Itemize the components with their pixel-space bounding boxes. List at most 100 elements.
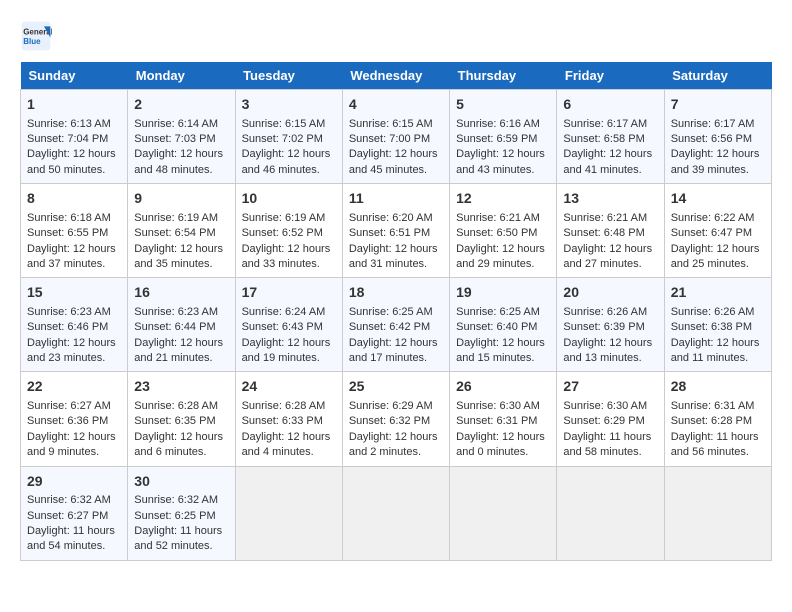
sunrise: Sunrise: 6:23 AM — [134, 306, 218, 318]
day-number: 7 — [671, 95, 765, 115]
sunrise: Sunrise: 6:17 AM — [671, 118, 755, 130]
calendar-cell: 6Sunrise: 6:17 AMSunset: 6:58 PMDaylight… — [557, 90, 664, 184]
calendar-cell: 28Sunrise: 6:31 AMSunset: 6:28 PMDayligh… — [664, 372, 771, 466]
sunset: Sunset: 6:33 PM — [242, 415, 323, 427]
calendar-cell: 8Sunrise: 6:18 AMSunset: 6:55 PMDaylight… — [21, 184, 128, 278]
sunset: Sunset: 6:44 PM — [134, 321, 215, 333]
sunrise: Sunrise: 6:18 AM — [27, 212, 111, 224]
calendar-cell: 27Sunrise: 6:30 AMSunset: 6:29 PMDayligh… — [557, 372, 664, 466]
week-row-5: 29 Sunrise: 6:32 AM Sunset: 6:27 PM Dayligh… — [21, 466, 772, 560]
day-number: 5 — [456, 95, 550, 115]
day-number: 9 — [134, 189, 228, 209]
sunset: Sunset: 6:39 PM — [563, 321, 644, 333]
calendar-cell — [235, 466, 342, 560]
sunset: Sunset: 6:58 PM — [563, 133, 644, 145]
daylight: Daylight: 12 hours and 41 minutes. — [563, 148, 652, 175]
logo-icon: General Blue — [20, 20, 52, 52]
day-number: 14 — [671, 189, 765, 209]
sunrise: Sunrise: 6:32 AM — [27, 494, 111, 506]
day-number: 3 — [242, 95, 336, 115]
day-number: 27 — [563, 377, 657, 397]
week-row-2: 8Sunrise: 6:18 AMSunset: 6:55 PMDaylight… — [21, 184, 772, 278]
col-header-wednesday: Wednesday — [342, 62, 449, 90]
sunrise: Sunrise: 6:30 AM — [456, 400, 540, 412]
daylight: Daylight: 12 hours and 19 minutes. — [242, 337, 331, 364]
daylight: Daylight: 11 hours and 54 minutes. — [27, 525, 115, 552]
col-header-friday: Friday — [557, 62, 664, 90]
sunrise: Sunrise: 6:28 AM — [242, 400, 326, 412]
day-number: 8 — [27, 189, 121, 209]
day-number: 13 — [563, 189, 657, 209]
sunrise: Sunrise: 6:17 AM — [563, 118, 647, 130]
day-number: 20 — [563, 283, 657, 303]
calendar-cell: 18Sunrise: 6:25 AMSunset: 6:42 PMDayligh… — [342, 278, 449, 372]
day-number: 28 — [671, 377, 765, 397]
sunset: Sunset: 6:46 PM — [27, 321, 108, 333]
sunrise: Sunrise: 6:25 AM — [349, 306, 433, 318]
calendar-cell: 1Sunrise: 6:13 AMSunset: 7:04 PMDaylight… — [21, 90, 128, 184]
calendar-cell: 13Sunrise: 6:21 AMSunset: 6:48 PMDayligh… — [557, 184, 664, 278]
calendar-cell: 3Sunrise: 6:15 AMSunset: 7:02 PMDaylight… — [235, 90, 342, 184]
calendar-header-row: SundayMondayTuesdayWednesdayThursdayFrid… — [21, 62, 772, 90]
sunrise: Sunrise: 6:24 AM — [242, 306, 326, 318]
calendar-cell: 7Sunrise: 6:17 AMSunset: 6:56 PMDaylight… — [664, 90, 771, 184]
calendar-cell: 29 Sunrise: 6:32 AM Sunset: 6:27 PM Dayligh… — [21, 466, 128, 560]
sunset: Sunset: 6:38 PM — [671, 321, 752, 333]
day-number: 12 — [456, 189, 550, 209]
daylight: Daylight: 12 hours and 45 minutes. — [349, 148, 438, 175]
sunset: Sunset: 6:56 PM — [671, 133, 752, 145]
calendar-table: SundayMondayTuesdayWednesdayThursdayFrid… — [20, 62, 772, 561]
week-row-1: 1Sunrise: 6:13 AMSunset: 7:04 PMDaylight… — [21, 90, 772, 184]
day-number: 4 — [349, 95, 443, 115]
sunset: Sunset: 6:48 PM — [563, 227, 644, 239]
sunset: Sunset: 6:28 PM — [671, 415, 752, 427]
sunset: Sunset: 6:25 PM — [134, 510, 215, 522]
daylight: Daylight: 12 hours and 43 minutes. — [456, 148, 545, 175]
day-number: 24 — [242, 377, 336, 397]
calendar-cell: 11Sunrise: 6:20 AMSunset: 6:51 PMDayligh… — [342, 184, 449, 278]
calendar-cell — [664, 466, 771, 560]
daylight: Daylight: 12 hours and 50 minutes. — [27, 148, 116, 175]
calendar-cell: 23Sunrise: 6:28 AMSunset: 6:35 PMDayligh… — [128, 372, 235, 466]
day-number: 29 — [27, 472, 121, 492]
sunset: Sunset: 6:42 PM — [349, 321, 430, 333]
sunset: Sunset: 6:50 PM — [456, 227, 537, 239]
day-number: 26 — [456, 377, 550, 397]
day-number: 10 — [242, 189, 336, 209]
sunset: Sunset: 6:47 PM — [671, 227, 752, 239]
sunrise: Sunrise: 6:15 AM — [242, 118, 326, 130]
calendar-cell: 4Sunrise: 6:15 AMSunset: 7:00 PMDaylight… — [342, 90, 449, 184]
daylight: Daylight: 11 hours and 56 minutes. — [671, 431, 759, 458]
day-number: 23 — [134, 377, 228, 397]
sunset: Sunset: 6:32 PM — [349, 415, 430, 427]
sunset: Sunset: 7:02 PM — [242, 133, 323, 145]
day-number: 11 — [349, 189, 443, 209]
sunrise: Sunrise: 6:23 AM — [27, 306, 111, 318]
sunrise: Sunrise: 6:26 AM — [563, 306, 647, 318]
day-number: 1 — [27, 95, 121, 115]
sunset: Sunset: 6:51 PM — [349, 227, 430, 239]
daylight: Daylight: 12 hours and 27 minutes. — [563, 243, 652, 270]
sunset: Sunset: 6:59 PM — [456, 133, 537, 145]
sunset: Sunset: 7:00 PM — [349, 133, 430, 145]
sunset: Sunset: 6:54 PM — [134, 227, 215, 239]
sunrise: Sunrise: 6:29 AM — [349, 400, 433, 412]
calendar-cell: 5Sunrise: 6:16 AMSunset: 6:59 PMDaylight… — [450, 90, 557, 184]
sunset: Sunset: 7:03 PM — [134, 133, 215, 145]
daylight: Daylight: 12 hours and 11 minutes. — [671, 337, 760, 364]
day-number: 30 — [134, 472, 228, 492]
daylight: Daylight: 12 hours and 4 minutes. — [242, 431, 331, 458]
daylight: Daylight: 12 hours and 31 minutes. — [349, 243, 438, 270]
calendar-cell: 17Sunrise: 6:24 AMSunset: 6:43 PMDayligh… — [235, 278, 342, 372]
day-number: 2 — [134, 95, 228, 115]
sunset: Sunset: 7:04 PM — [27, 133, 108, 145]
calendar-cell: 22Sunrise: 6:27 AMSunset: 6:36 PMDayligh… — [21, 372, 128, 466]
daylight: Daylight: 12 hours and 13 minutes. — [563, 337, 652, 364]
logo: General Blue — [20, 20, 56, 52]
calendar-cell: 19Sunrise: 6:25 AMSunset: 6:40 PMDayligh… — [450, 278, 557, 372]
week-row-4: 22Sunrise: 6:27 AMSunset: 6:36 PMDayligh… — [21, 372, 772, 466]
calendar-cell: 30Sunrise: 6:32 AMSunset: 6:25 PMDayligh… — [128, 466, 235, 560]
col-header-sunday: Sunday — [21, 62, 128, 90]
day-number: 16 — [134, 283, 228, 303]
sunset: Sunset: 6:27 PM — [27, 510, 108, 522]
